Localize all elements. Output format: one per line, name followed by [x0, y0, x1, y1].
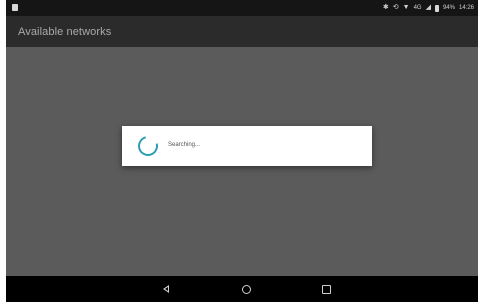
bluetooth-icon: ✱: [382, 4, 389, 11]
dialog-message: Searching...: [168, 142, 201, 148]
page-title: Available networks: [18, 26, 112, 38]
battery-icon: [434, 4, 439, 12]
app-screen: ✱ ⟲ ▼ 4G ◢ 94% 14:26 Available networks …: [6, 0, 478, 276]
progress-dialog: Searching...: [122, 126, 372, 166]
data-sync-icon: ⟲: [392, 4, 399, 11]
battery-percent: 94%: [442, 5, 455, 11]
home-icon: [241, 284, 251, 294]
clock: 14:26: [458, 5, 474, 11]
status-bar: ✱ ⟲ ▼ 4G ◢ 94% 14:26: [6, 0, 478, 16]
navigation-bar: [6, 276, 478, 302]
home-button[interactable]: [238, 282, 254, 296]
back-button[interactable]: [158, 282, 174, 296]
recents-button[interactable]: [318, 282, 334, 296]
status-icons: ✱ ⟲ ▼ 4G ◢ 94% 14:26: [383, 4, 474, 12]
notification-icon: [12, 4, 18, 11]
tablet-screen: ✱ ⟲ ▼ 4G ◢ 94% 14:26 Available networks …: [6, 0, 478, 302]
recents-icon: [321, 284, 331, 294]
app-toolbar: Available networks: [6, 16, 478, 47]
signal-icon: ◢: [425, 4, 431, 11]
back-icon: [163, 285, 169, 293]
network-type: 4G: [413, 5, 422, 11]
wifi-icon: ▼: [402, 4, 410, 11]
loading-spinner-icon: [134, 132, 162, 160]
